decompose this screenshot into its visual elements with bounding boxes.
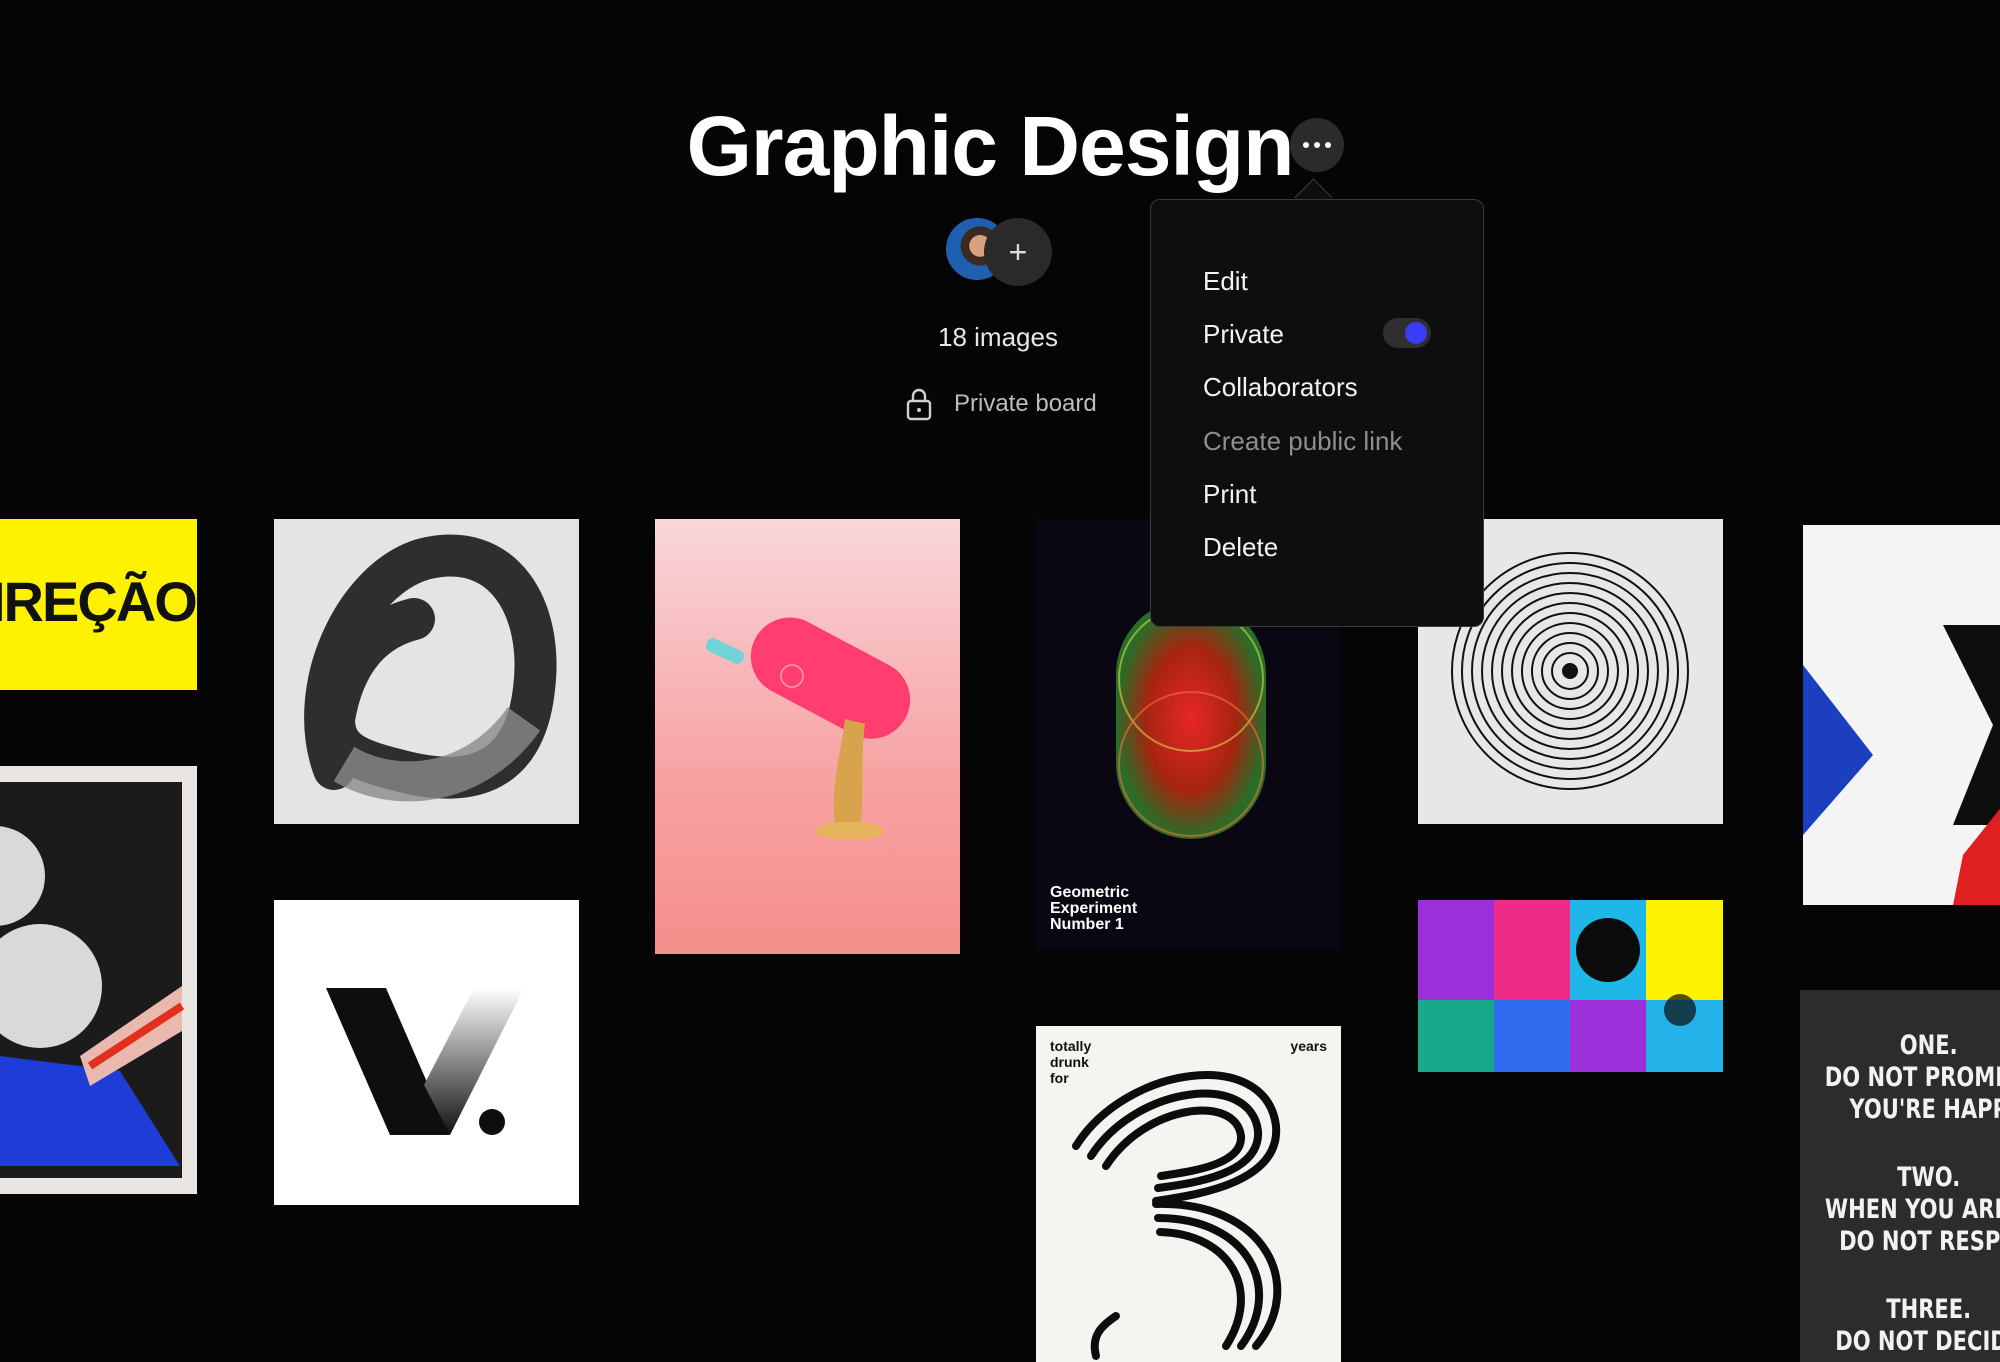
menu-item-collaborators[interactable]: Collaborators — [1203, 372, 1358, 403]
ellipsis-icon — [1303, 142, 1309, 148]
artwork-bauhaus-circles[interactable] — [0, 766, 197, 1194]
run-poster-graphic — [1418, 900, 1723, 1072]
privacy-status: Private board — [904, 387, 1097, 421]
popsicle-graphic — [705, 617, 911, 840]
board-options-menu: Edit Private Collaborators Create public… — [1150, 199, 1484, 627]
artwork-poem-poster[interactable]: ONE. DO NOT PROMISE YOU'RE HAPP TWO. WHE… — [1800, 990, 2000, 1362]
board-title-row: Graphic Design — [0, 96, 2000, 196]
artwork-v-logo[interactable] — [274, 900, 579, 1205]
artwork-yellow-poster[interactable]: IREÇÃO — [0, 519, 197, 690]
menu-item-private[interactable]: Private — [1203, 319, 1284, 350]
add-collaborator-button[interactable]: + — [984, 218, 1052, 286]
bauhaus-graphic — [0, 782, 185, 1178]
artwork-brush-ribbon[interactable] — [274, 519, 579, 824]
menu-item-delete[interactable]: Delete — [1203, 532, 1278, 563]
plus-icon: + — [1008, 233, 1028, 270]
artwork-run-2-nite[interactable] — [1418, 900, 1723, 1072]
brush-ribbon-graphic — [304, 534, 557, 802]
more-options-button[interactable] — [1290, 118, 1344, 172]
v-logo-graphic — [326, 988, 524, 1135]
board-title: Graphic Design — [686, 99, 1295, 193]
three-graphic — [1072, 1071, 1282, 1360]
geometric-caption: Geometric Experiment Number 1 — [1050, 884, 1138, 933]
menu-item-edit[interactable]: Edit — [1203, 266, 1248, 297]
artwork-melting-popsicle[interactable] — [655, 519, 960, 954]
lock-icon — [904, 387, 934, 421]
exchange-poster-graphic — [1803, 625, 2000, 905]
image-count: 18 images — [938, 322, 1058, 352]
private-toggle[interactable] — [1383, 318, 1431, 348]
menu-item-print[interactable]: Print — [1203, 479, 1256, 510]
privacy-label: Private board — [954, 390, 1097, 417]
menu-item-create-public-link: Create public link — [1203, 426, 1403, 456]
artwork-exchange-poster[interactable] — [1803, 525, 2000, 905]
artwork-three-years-poster[interactable]: totally drunk for years — [1036, 1026, 1341, 1362]
